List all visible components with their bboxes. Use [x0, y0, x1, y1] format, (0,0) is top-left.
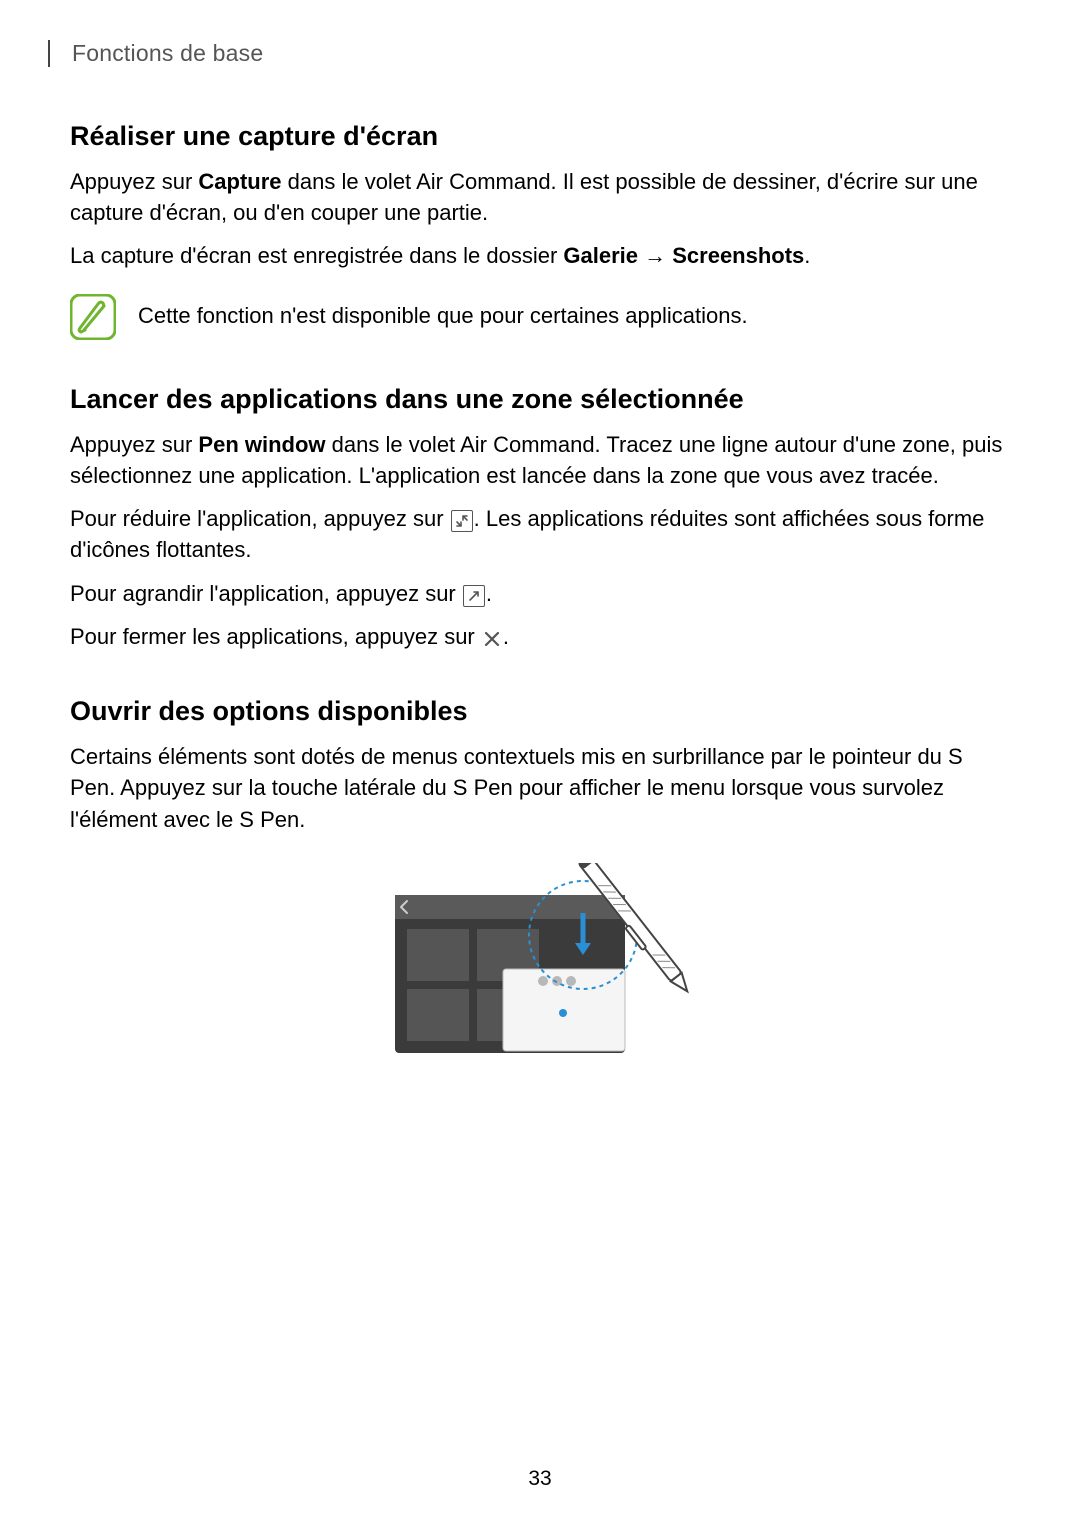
section-options: Ouvrir des options disponibles Certains … — [70, 696, 1010, 1063]
page-number: 33 — [0, 1467, 1080, 1491]
chapter-title: Fonctions de base — [72, 40, 263, 66]
chapter-header: Fonctions de base — [48, 40, 1010, 67]
text-options-p1: Certains éléments sont dotés de menus co… — [70, 741, 1010, 835]
heading-penwindow: Lancer des applications dans une zone sé… — [70, 384, 1010, 415]
text-penwindow-p2: Pour réduire l'application, appuyez sur … — [70, 503, 1010, 565]
text-capture-p1: Appuyez sur Capture dans le volet Air Co… — [70, 166, 1010, 228]
figure-spen — [70, 863, 1010, 1063]
close-icon — [482, 629, 502, 649]
minimize-icon — [451, 510, 473, 532]
heading-options: Ouvrir des options disponibles — [70, 696, 1010, 727]
text-penwindow-p3: Pour agrandir l'application, appuyez sur… — [70, 578, 1010, 609]
note-text: Cette fonction n'est disponible que pour… — [138, 301, 748, 332]
heading-capture: Réaliser une capture d'écran — [70, 121, 1010, 152]
text-capture-p2: La capture d'écran est enregistrée dans … — [70, 240, 1010, 271]
note-row: Cette fonction n'est disponible que pour… — [70, 294, 1010, 340]
text-penwindow-p1: Appuyez sur Pen window dans le volet Air… — [70, 429, 1010, 491]
text-penwindow-p4: Pour fermer les applications, appuyez su… — [70, 621, 1010, 652]
section-penwindow: Lancer des applications dans une zone sé… — [70, 384, 1010, 652]
note-icon — [70, 294, 116, 340]
section-capture: Réaliser une capture d'écran Appuyez sur… — [70, 121, 1010, 340]
maximize-icon — [463, 585, 485, 607]
